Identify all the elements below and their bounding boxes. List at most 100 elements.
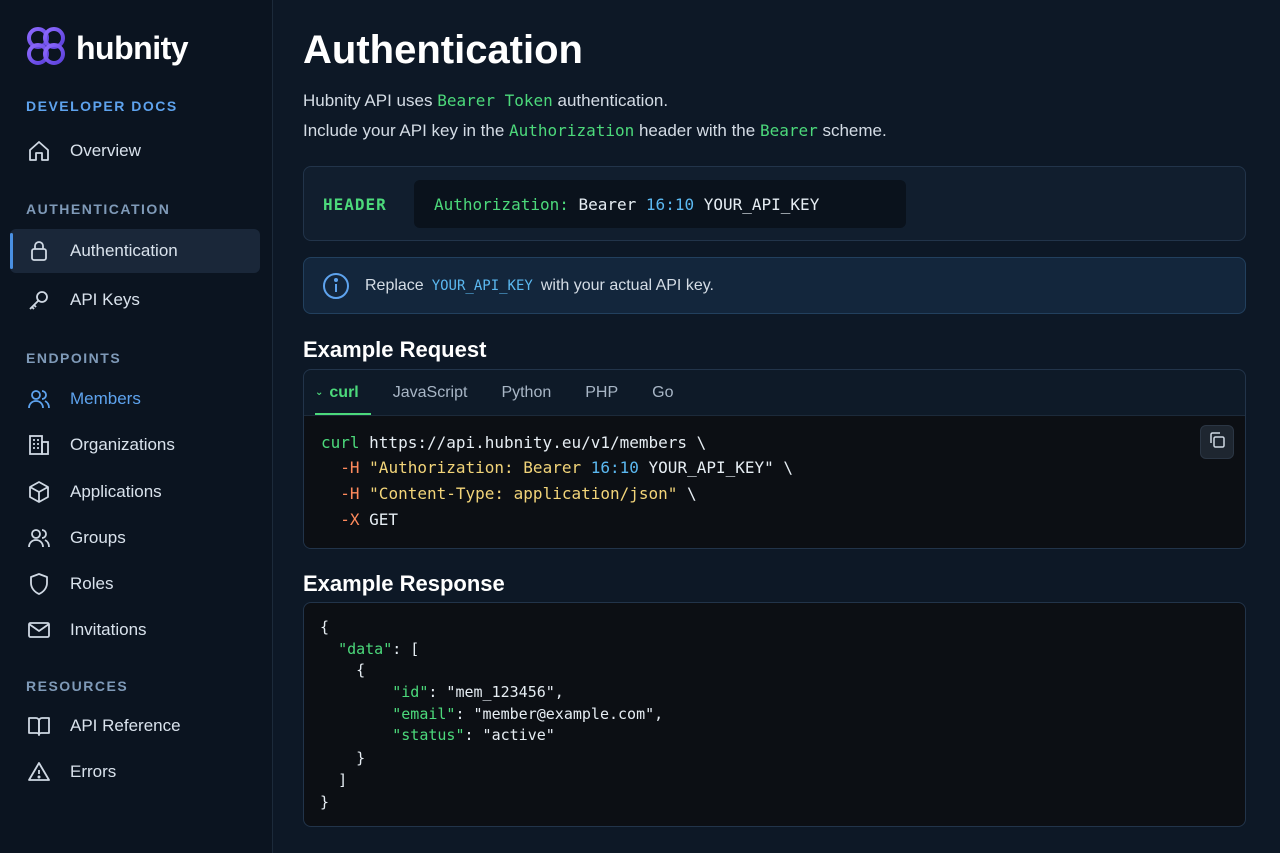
tab-python[interactable]: Python <box>501 370 551 415</box>
header-key: Authorization: <box>434 194 569 214</box>
json-line: "email": "member@example.com", <box>320 705 663 723</box>
section-title-developer-docs: DEVELOPER DOCS <box>26 98 178 114</box>
sidebar-item-label: Organizations <box>70 435 175 454</box>
inline-code: Authorization <box>509 121 635 140</box>
code-string: YOUR_API_KEY" <box>638 458 774 477</box>
code-time: 16:10 <box>590 458 639 477</box>
sidebar: hubnity DEVELOPER DOCS Overview AUTHENTI… <box>0 0 273 853</box>
copy-icon <box>1208 431 1226 454</box>
json-key: "email" <box>392 705 456 723</box>
json-line: ] <box>320 771 347 789</box>
code-continuation: \ <box>773 458 794 477</box>
code-line: curl https://api.hubnity.eu/v1/members \ <box>321 433 706 452</box>
sidebar-item-label: Applications <box>70 482 162 501</box>
sidebar-item-roles[interactable]: Roles <box>10 562 260 606</box>
copy-button[interactable] <box>1200 425 1234 459</box>
header-time: 16:10 <box>645 194 695 214</box>
intro-text: authentication. <box>552 91 669 110</box>
sidebar-item-label: API Reference <box>70 716 181 735</box>
header-label: HEADER <box>323 195 387 214</box>
brand-name: hubnity <box>76 30 189 66</box>
intro-text: Include your API key in the <box>303 121 510 140</box>
json-punct: ] <box>338 771 348 789</box>
inline-code: Bearer <box>759 121 818 140</box>
code-line: -H "Authorization: Bearer 16:10 YOUR_API… <box>321 458 793 477</box>
sidebar-item-label: Overview <box>70 141 141 160</box>
json-punct: { <box>356 661 366 679</box>
json-punct: } <box>356 749 366 767</box>
example-request-title: Example Request <box>303 337 487 362</box>
request-code[interactable]: curl https://api.hubnity.eu/v1/members \… <box>304 415 1245 548</box>
code-flag: -H <box>340 458 360 477</box>
json-line: } <box>320 749 365 767</box>
code-string: "Content-Type: application/json" <box>369 484 678 503</box>
home-icon <box>26 138 52 164</box>
tab-label: curl <box>329 383 359 401</box>
mail-icon <box>26 617 52 643</box>
json-key: "id" <box>392 683 429 701</box>
sidebar-item-label: Groups <box>70 528 126 547</box>
code-flag: -X <box>340 510 360 529</box>
json-line: "status": "active" <box>320 726 555 744</box>
sidebar-item-applications[interactable]: Applications <box>10 470 260 514</box>
header-scheme: Bearer <box>568 194 646 214</box>
users-icon <box>26 525 52 551</box>
logo[interactable]: hubnity <box>24 24 189 73</box>
cube-icon <box>26 479 52 505</box>
sidebar-item-api-reference[interactable]: API Reference <box>10 704 260 748</box>
book-icon <box>26 713 52 739</box>
json-punct: : [ <box>392 640 420 658</box>
json-key: "status" <box>392 726 465 744</box>
sidebar-item-invitations[interactable]: Invitations <box>10 608 260 652</box>
json-line: "id": "mem_123456", <box>320 683 564 701</box>
tab-curl[interactable]: ⌄ curl <box>315 370 371 415</box>
example-response-title: Example Response <box>303 571 505 596</box>
response-code-panel[interactable]: { "data": [ { "id": "mem_123456", "email… <box>303 602 1246 827</box>
code-continuation: \ <box>677 484 697 503</box>
sidebar-item-api-keys[interactable]: API Keys <box>10 278 260 322</box>
section-title-authentication: AUTHENTICATION <box>26 201 171 217</box>
header-code[interactable]: Authorization: Bearer 16:10 YOUR_API_KEY <box>414 180 906 228</box>
sidebar-item-members[interactable]: Members <box>10 377 260 421</box>
info-text-pre: Replace <box>365 276 424 294</box>
request-code-panel: ⌄ curl JavaScript Python PHP Go curl htt… <box>303 369 1246 549</box>
info-code: YOUR_API_KEY <box>431 277 533 294</box>
sidebar-item-label: Invitations <box>70 620 147 639</box>
sidebar-item-label: Authentication <box>70 241 178 260</box>
sidebar-item-groups[interactable]: Groups <box>10 516 260 560</box>
sidebar-item-overview[interactable]: Overview <box>10 129 260 173</box>
code-string: "Authorization: Bearer <box>369 458 591 477</box>
intro-text: header with the <box>634 121 760 140</box>
inline-code: Bearer Token <box>437 91 553 110</box>
section-title-endpoints: ENDPOINTS <box>26 350 122 366</box>
tab-javascript[interactable]: JavaScript <box>393 370 468 415</box>
code-line: -X GET <box>321 510 398 529</box>
intro-line-2: Include your API key in the Authorizatio… <box>303 121 887 141</box>
code-line: -H "Content-Type: application/json" \ <box>321 484 697 503</box>
tab-go[interactable]: Go <box>652 370 673 415</box>
warning-icon <box>26 759 52 785</box>
info-text-post: with your actual API key. <box>540 276 714 294</box>
sidebar-item-organizations[interactable]: Organizations <box>10 423 260 467</box>
json-value: : "active" <box>464 726 555 744</box>
hubnity-logo-icon <box>24 24 68 73</box>
sidebar-item-errors[interactable]: Errors <box>10 750 260 794</box>
language-tabs: ⌄ curl JavaScript Python PHP Go <box>304 370 708 415</box>
json-value: : "member@example.com", <box>455 705 664 723</box>
header-value: YOUR_API_KEY <box>694 194 820 214</box>
code-method: GET <box>359 510 399 529</box>
users-icon <box>26 386 52 412</box>
chevron-down-icon: ⌄ <box>315 387 324 398</box>
page-title: Authentication <box>303 28 583 72</box>
tab-php[interactable]: PHP <box>585 370 618 415</box>
building-icon <box>26 432 52 458</box>
json-value: : "mem_123456", <box>428 683 564 701</box>
sidebar-item-authentication[interactable]: Authentication <box>10 229 260 273</box>
json-line: } <box>320 793 330 811</box>
sidebar-item-label: Roles <box>70 574 114 593</box>
intro-line-1: Hubnity API uses Bearer Token authentica… <box>303 91 668 111</box>
section-title-resources: RESOURCES <box>26 678 129 694</box>
shield-icon <box>26 571 52 597</box>
json-line: { <box>320 618 330 636</box>
sidebar-item-label: Errors <box>70 762 117 781</box>
